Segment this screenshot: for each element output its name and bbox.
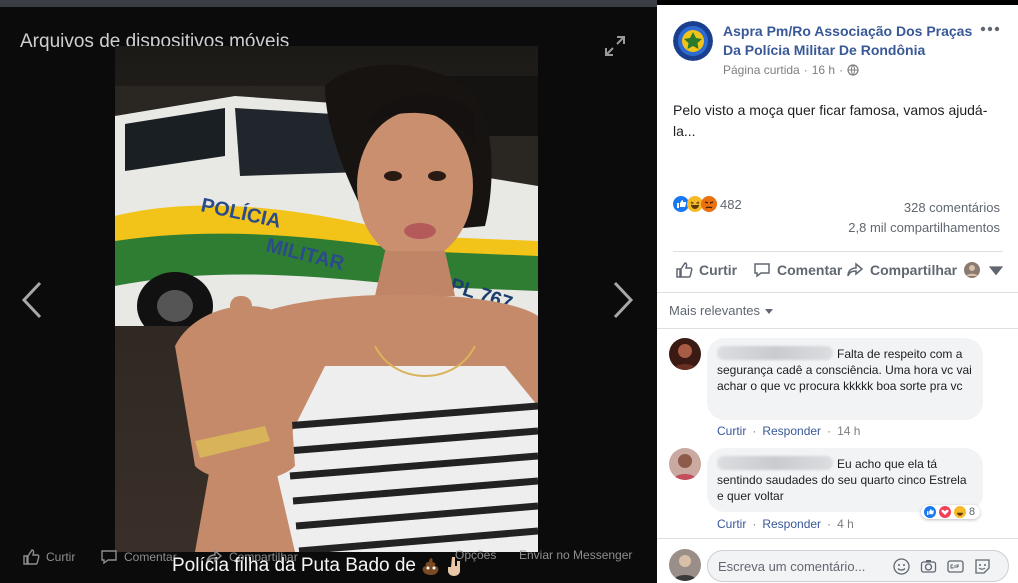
post-panel: Aspra Pm/Ro Associação Dos Praças Da Pol… — [657, 5, 1018, 583]
comment-like-link[interactable]: Curtir — [717, 517, 746, 531]
composer-icons — [893, 558, 991, 575]
page-name-link[interactable]: Aspra Pm/Ro Associação Dos Praças Da Pol… — [723, 22, 978, 60]
photo-caption: Polícia filha da Puta Bado de — [172, 555, 462, 577]
comment-actions: Curtir · Responder · 14 h — [717, 424, 860, 438]
separator-dot: · — [752, 424, 757, 438]
shares-count-link[interactable]: 2,8 mil compartilhamentos — [848, 220, 1000, 235]
commenter-name-blurred[interactable] — [717, 346, 833, 360]
comment-bubble: Falta de respeito com a segurança cadê a… — [707, 338, 983, 420]
comment-reply-link[interactable]: Responder — [762, 424, 821, 438]
comment-bubble: Eu acho que ela tá sentindo saudades do … — [707, 448, 983, 512]
avatar-image — [669, 448, 701, 480]
gif-icon[interactable] — [947, 558, 964, 575]
association-logo-icon — [673, 21, 713, 61]
divider — [673, 251, 1003, 252]
post-header: Aspra Pm/Ro Associação Dos Praças Da Pol… — [657, 5, 1018, 85]
previous-arrow-icon[interactable] — [20, 280, 44, 320]
expand-icon[interactable] — [604, 35, 626, 57]
photo-viewer: Arquivos de dispositivos móveis POLÍCIA … — [0, 0, 657, 583]
avatar-image — [669, 549, 701, 581]
comment-button[interactable]: Comentar — [753, 261, 842, 279]
separator-dot: · — [827, 517, 832, 531]
meta-separator: · — [839, 63, 844, 77]
viewer-messenger-label: Enviar no Messenger — [519, 548, 633, 562]
reactions-count: 482 — [720, 196, 742, 212]
viewer-comment-button[interactable]: Comentar — [100, 548, 177, 566]
photo-theater: Arquivos de dispositivos móveis POLÍCIA … — [0, 0, 1018, 583]
viewer-like-button[interactable]: Curtir — [22, 548, 75, 566]
sticker-icon[interactable] — [974, 558, 991, 575]
caption-text: Polícia filha da Puta Bado de — [172, 555, 417, 576]
woman-selfie-image — [175, 64, 538, 552]
my-avatar[interactable] — [669, 549, 701, 581]
reaction-icons — [673, 196, 717, 212]
comment-like-link[interactable]: Curtir — [717, 424, 746, 438]
comment-reactions-count: 8 — [969, 506, 976, 518]
comment-composer: Escreva um comentário... — [657, 543, 1018, 583]
comment-bubble-icon — [101, 550, 117, 565]
like-button[interactable]: Curtir — [675, 261, 737, 279]
like-label: Curtir — [699, 262, 738, 278]
user-avatar-mini-icon — [964, 262, 980, 278]
comment-time[interactable]: 14 h — [837, 424, 860, 438]
meta-separator: · — [803, 63, 808, 77]
viewer-comment-label: Comentar — [124, 550, 177, 564]
haha-reaction-icon — [954, 506, 966, 518]
thumbs-up-icon — [23, 549, 40, 565]
comment-actions: Curtir · Responder · 4 h — [717, 517, 854, 531]
divider — [657, 292, 1018, 293]
reactions-summary[interactable]: 482 — [673, 196, 742, 212]
thumbs-up-icon — [676, 262, 693, 278]
post-action-bar: Curtir Comentar Compartilhar — [657, 257, 1018, 287]
avatar-image — [669, 338, 701, 370]
commenter-avatar[interactable] — [669, 338, 701, 370]
share-button[interactable]: Compartilhar — [846, 261, 957, 279]
globe-icon[interactable] — [847, 64, 859, 76]
divider — [657, 328, 1018, 329]
more-options-icon[interactable] — [979, 23, 1001, 35]
angry-reaction-icon — [701, 196, 717, 212]
poop-emoji-icon — [422, 558, 439, 575]
page-liked-label: Página curtida — [723, 63, 800, 77]
hand-emoji-icon — [448, 557, 461, 576]
page-avatar[interactable] — [673, 21, 713, 61]
love-reaction-icon — [939, 506, 951, 518]
commenter-avatar[interactable] — [669, 448, 701, 480]
comments-count-link[interactable]: 328 comentários — [904, 200, 1000, 215]
post-text: Pelo visto a moça quer ficar famosa, vam… — [673, 102, 988, 139]
comment-reactions[interactable]: 8 — [921, 505, 981, 519]
post-meta: Página curtida · 16 h · — [723, 63, 859, 77]
comment-bubble-icon — [754, 263, 770, 278]
next-arrow-icon[interactable] — [611, 280, 635, 320]
divider — [657, 538, 1018, 539]
comment-sort-dropdown[interactable]: Mais relevantes — [669, 303, 774, 318]
comment-reply-link[interactable]: Responder — [762, 517, 821, 531]
caret-down-icon — [988, 266, 1004, 276]
share-arrow-icon — [847, 262, 864, 277]
comment-label: Comentar — [777, 262, 843, 278]
emoji-icon[interactable] — [893, 558, 910, 575]
commenter-name-blurred[interactable] — [717, 456, 833, 470]
viewer-messenger-button[interactable]: Enviar no Messenger — [519, 548, 632, 562]
separator-dot: · — [752, 517, 757, 531]
like-reaction-icon — [924, 506, 936, 518]
post-photo[interactable]: POLÍCIA MILITAR CPL 767 — [115, 46, 538, 552]
camera-icon[interactable] — [920, 558, 937, 575]
separator-dot: · — [827, 424, 832, 438]
caret-down-icon — [765, 308, 774, 314]
top-strip — [0, 0, 657, 7]
post-time[interactable]: 16 h — [812, 63, 835, 77]
comment-time[interactable]: 4 h — [837, 517, 854, 531]
sort-label: Mais relevantes — [669, 303, 761, 318]
viewer-like-label: Curtir — [46, 550, 76, 564]
share-label: Compartilhar — [870, 262, 958, 278]
share-as-selector[interactable] — [963, 261, 1005, 279]
